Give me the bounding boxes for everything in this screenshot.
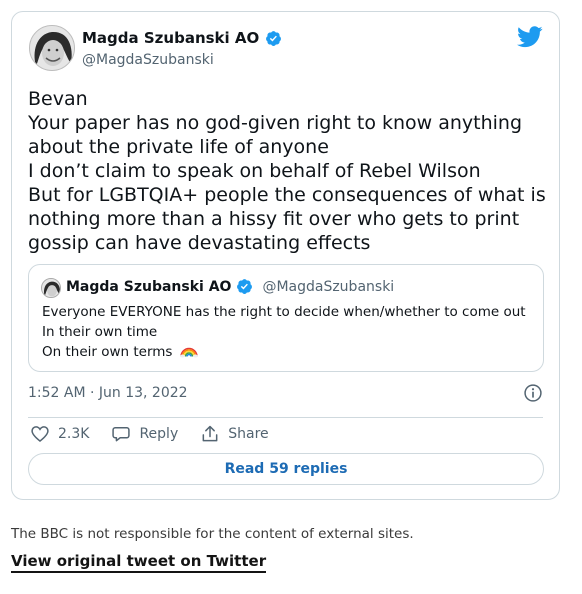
tweet-body: Bevan Your paper has no god-given right …	[28, 87, 548, 255]
verified-badge-icon	[266, 30, 282, 46]
read-replies-button[interactable]: Read 59 replies	[28, 453, 544, 485]
info-icon[interactable]	[523, 383, 543, 403]
rainbow-emoji-icon	[179, 347, 198, 358]
share-button[interactable]: Share	[200, 424, 269, 444]
share-label: Share	[228, 426, 269, 442]
tweet-body-line: gossip can have devastating effects	[28, 232, 371, 254]
author-avatar[interactable]	[29, 25, 75, 71]
reply-bubble-icon	[112, 427, 131, 442]
quoted-line: Everyone EVERYONE has the right to decid…	[42, 304, 526, 320]
external-content-disclaimer: The BBC is not responsible for the conte…	[11, 526, 414, 542]
quoted-author-avatar	[41, 278, 61, 298]
tweet-body-line: Your paper has no god-given right to kno…	[28, 112, 523, 134]
tweet-body-line: But for LGBTQIA+ people the consequences…	[28, 184, 546, 206]
quoted-tweet-body: Everyone EVERYONE has the right to decid…	[42, 302, 526, 362]
view-original-tweet-link[interactable]: View original tweet on Twitter	[11, 552, 267, 573]
quoted-author-name: Magda Szubanski AO	[66, 278, 232, 295]
quoted-line: In their own time	[42, 324, 158, 340]
reply-button[interactable]: Reply	[111, 424, 178, 444]
tweet-timestamp[interactable]: 1:52 AM · Jun 13, 2022	[28, 385, 188, 401]
quoted-author-handle: @MagdaSzubanski	[262, 278, 395, 295]
divider	[28, 417, 543, 418]
tweet-body-line: Bevan	[28, 88, 88, 110]
share-icon	[202, 425, 218, 442]
reply-label: Reply	[139, 426, 179, 442]
tweet-body-line: about the private life of anyone	[28, 136, 329, 158]
tweet-body-line: nothing more than a hissy fit over who g…	[28, 208, 520, 230]
like-button[interactable]: 2.3K	[30, 424, 89, 444]
verified-badge-icon	[237, 279, 253, 294]
embedded-tweet-card: Magda Szubanski AO @MagdaSzubanski Bevan…	[11, 11, 560, 500]
quoted-line: On their own terms	[42, 344, 173, 360]
quoted-tweet[interactable]: Magda Szubanski AO @MagdaSzubanski Every…	[28, 264, 544, 372]
heart-icon	[31, 426, 49, 443]
like-count: 2.3K	[58, 426, 90, 442]
twitter-bird-icon[interactable]	[517, 26, 543, 48]
author-name[interactable]: Magda Szubanski AO	[82, 29, 259, 47]
author-handle[interactable]: @MagdaSzubanski	[82, 52, 214, 68]
tweet-body-line: I don’t claim to speak on behalf of Rebe…	[28, 160, 481, 182]
